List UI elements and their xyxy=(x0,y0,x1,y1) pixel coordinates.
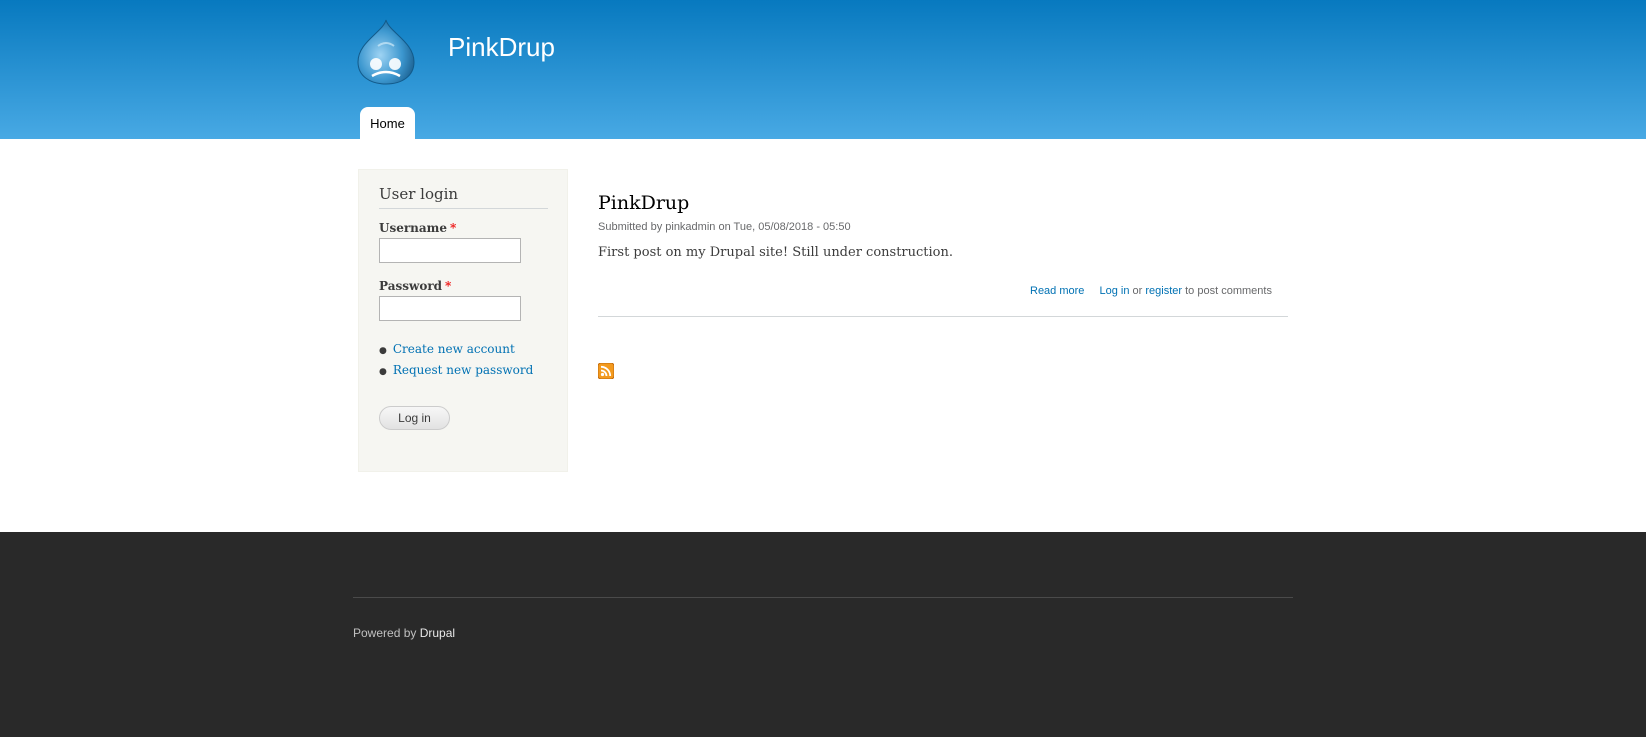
register-link[interactable]: register xyxy=(1145,285,1182,297)
bullet-icon: ● xyxy=(379,367,387,377)
user-login-block: User login Username * Password * ● Create n… xyxy=(358,169,568,472)
rss-feed-icon[interactable] xyxy=(598,363,614,379)
tab-home[interactable]: Home xyxy=(360,107,415,139)
node-body: First post on my Drupal site! Still unde… xyxy=(598,245,954,260)
powered-by-text: Powered by xyxy=(353,626,417,640)
or-text: or xyxy=(1132,285,1143,297)
bullet-icon: ● xyxy=(379,346,387,356)
node-links: Read more Log in or register to post com… xyxy=(1030,285,1272,297)
site-name-link[interactable]: PinkDrup xyxy=(448,32,555,63)
powered-by: Powered by Drupal xyxy=(353,626,455,640)
username-label: Username * xyxy=(379,221,456,235)
required-marker: * xyxy=(450,221,457,235)
password-input[interactable] xyxy=(379,296,521,321)
site-footer: Powered by Drupal xyxy=(0,532,1646,737)
create-account-link[interactable]: Create new account xyxy=(393,342,515,356)
read-more-link[interactable]: Read more xyxy=(1030,285,1084,297)
comments-suffix-text: to post comments xyxy=(1185,285,1272,297)
node-submitted-info: Submitted by pinkadmin on Tue, 05/08/201… xyxy=(598,221,851,233)
drupal-logo-icon[interactable] xyxy=(356,18,416,86)
block-title: User login xyxy=(379,185,548,209)
drupal-link[interactable]: Drupal xyxy=(420,626,455,640)
site-header: PinkDrup Home xyxy=(0,0,1646,139)
footer-divider xyxy=(353,597,1293,598)
list-item: ● Request new password xyxy=(379,363,533,377)
required-marker: * xyxy=(445,279,452,293)
login-button[interactable]: Log in xyxy=(379,406,450,430)
list-item: ● Create new account xyxy=(379,342,515,356)
username-input[interactable] xyxy=(379,238,521,263)
password-label-text: Password xyxy=(379,279,443,293)
username-label-text: Username xyxy=(379,221,448,235)
comment-login-link[interactable]: Log in xyxy=(1099,285,1129,297)
request-password-link[interactable]: Request new password xyxy=(393,363,533,377)
node-divider xyxy=(598,316,1288,317)
password-label: Password * xyxy=(379,279,451,293)
node-title-link[interactable]: PinkDrup xyxy=(598,192,689,214)
